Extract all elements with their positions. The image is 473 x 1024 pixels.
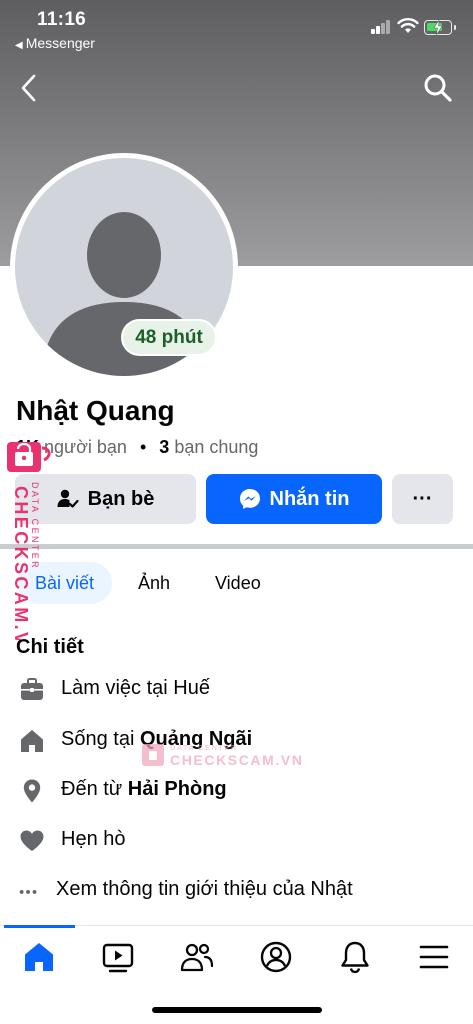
watermark-vertical: CHECKSCAM.VN DATA CENTER [7,442,51,640]
work-text: Làm việc tại Huế [61,677,210,699]
status-bar: 11:16 ◀ Messenger [0,0,473,56]
search-icon[interactable] [422,72,454,104]
tab-photos[interactable]: Ảnh [138,562,170,604]
detail-from[interactable]: Đến từ Hải Phòng [0,773,473,809]
message-button[interactable]: Nhắn tin [206,474,382,524]
battery-icon [424,20,456,35]
wifi-icon [397,18,419,33]
tab-videos[interactable]: Video [215,562,261,604]
watermark-center-brand: CHECKSCAM.VN [170,752,304,768]
watermark-center: DATA CENTER CHECKSCAM.VN [142,743,304,768]
watermark-vertical-sub: DATA CENTER [30,482,40,570]
back-app-label: Messenger [25,35,95,51]
ellipsis-icon [19,889,37,894]
friends-icon[interactable] [180,940,214,974]
lives-prefix: Sống tại [61,728,140,750]
see-more-text: Xem thông tin giới thiệu của Nhật [56,878,353,900]
friend-label: người bạn [44,437,127,457]
back-triangle-icon: ◀ [15,40,23,51]
see-more-about[interactable]: Xem thông tin giới thiệu của Nhật [0,873,473,909]
back-icon[interactable] [14,70,46,106]
friends-summary[interactable]: 1K người bạn • 3 bạn chung [16,437,258,458]
active-tab-indicator [4,925,75,928]
bell-icon[interactable] [338,940,372,974]
more-options-button[interactable]: ··· [392,474,453,524]
section-divider [0,544,473,549]
status-time: 11:16 [37,9,87,30]
detail-dating[interactable]: Hẹn hò [0,823,473,859]
mutual-label: bạn chung [174,437,259,457]
back-to-app-link[interactable]: ◀ Messenger [15,35,95,51]
watermark-vertical-brand: CHECKSCAM.VN [11,486,31,640]
from-text: Đến từ Hải Phòng [61,778,227,801]
messenger-icon [239,489,260,509]
dating-text: Hẹn hò [61,828,126,850]
friends-button-label: Bạn bè [87,487,155,510]
profile-icon[interactable] [259,940,293,974]
briefcase-icon [21,678,43,700]
mutual-count: 3 [159,437,170,457]
location-pin-icon [23,779,41,803]
message-button-label: Nhắn tin [269,487,350,510]
house-icon [21,730,43,752]
separator-dot: • [139,437,147,457]
home-indicator [152,1007,322,1013]
ellipsis-icon: ··· [412,487,433,510]
home-icon[interactable] [22,940,56,974]
profile-name: Nhật Quang [16,395,175,426]
watermark-center-sub: DATA CENTER [170,743,238,752]
active-status-badge: 48 phút [121,319,217,356]
person-check-icon [57,489,79,508]
detail-work[interactable]: Làm việc tại Huế [0,672,473,708]
from-prefix: Đến từ [61,778,128,800]
cellular-signal-icon [371,20,391,34]
video-icon[interactable] [101,940,135,974]
menu-icon[interactable] [417,940,451,974]
from-place: Hải Phòng [127,778,227,800]
bottom-tab-bar [0,925,473,995]
heart-icon [20,830,44,851]
